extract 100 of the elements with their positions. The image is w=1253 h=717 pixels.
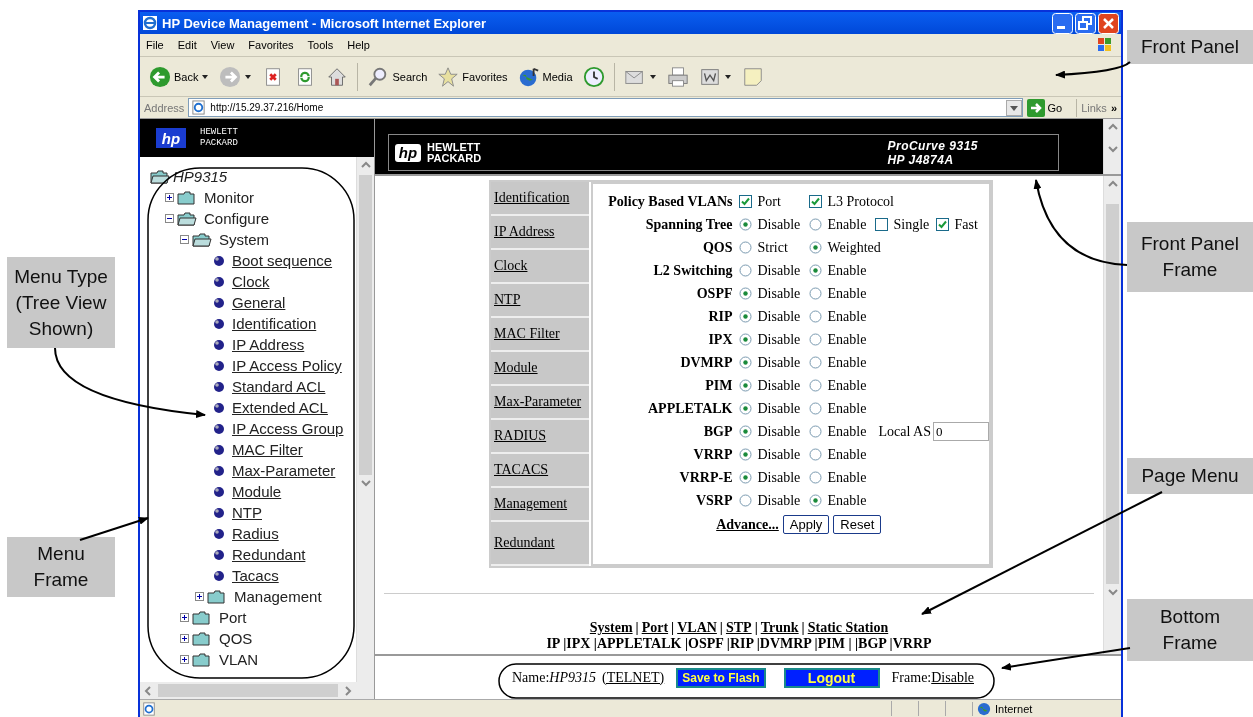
radio-button[interactable] bbox=[808, 471, 822, 484]
checkbox[interactable] bbox=[874, 218, 888, 231]
tree-link[interactable]: IP Access Group bbox=[232, 420, 344, 437]
checkbox[interactable] bbox=[808, 195, 822, 208]
radio-button[interactable] bbox=[808, 241, 822, 254]
menu-item[interactable]: Favorites bbox=[248, 39, 294, 51]
tree-link[interactable]: Standard ACL bbox=[232, 378, 326, 395]
tree-link[interactable]: Clock bbox=[232, 273, 270, 290]
vertical-scrollbar[interactable] bbox=[1103, 176, 1121, 654]
tree-item[interactable]: System bbox=[219, 231, 269, 248]
radio-button[interactable] bbox=[808, 448, 822, 461]
page-menu-link[interactable]: Redundant bbox=[491, 522, 589, 566]
page-menu-link[interactable]: Identification bbox=[491, 182, 589, 216]
radio-button[interactable] bbox=[738, 264, 752, 277]
horizontal-scrollbar[interactable] bbox=[140, 682, 374, 699]
radio-button[interactable] bbox=[738, 494, 752, 507]
tree-item[interactable]: VLAN bbox=[219, 651, 259, 668]
more-links[interactable]: » bbox=[1110, 101, 1117, 114]
favorites-button[interactable]: Favorites bbox=[434, 63, 511, 90]
tree-item[interactable]: Management bbox=[234, 588, 322, 605]
menu-item[interactable]: View bbox=[210, 39, 235, 51]
tree-link[interactable]: Boot sequence bbox=[232, 252, 333, 269]
search-button[interactable]: Search bbox=[364, 63, 431, 90]
restore-icon[interactable] bbox=[1075, 12, 1096, 34]
nav-link[interactable]: System bbox=[589, 620, 633, 636]
minimize-icon[interactable] bbox=[1052, 12, 1073, 34]
tree-item[interactable]: Port bbox=[219, 609, 247, 626]
expand-icon[interactable] bbox=[180, 613, 189, 622]
checkbox[interactable] bbox=[935, 218, 949, 231]
nav-link[interactable]: Port bbox=[641, 620, 669, 636]
close-icon[interactable] bbox=[1098, 12, 1119, 34]
page-menu-link[interactable]: Max-Parameter bbox=[491, 386, 589, 420]
tree-item[interactable]: QOS bbox=[219, 630, 253, 647]
radio-button[interactable] bbox=[808, 264, 822, 277]
vertical-scrollbar[interactable] bbox=[1103, 119, 1121, 174]
radio-button[interactable] bbox=[738, 402, 752, 415]
radio-button[interactable] bbox=[738, 379, 752, 392]
vertical-scrollbar[interactable] bbox=[356, 157, 374, 682]
radio-button[interactable] bbox=[808, 310, 822, 323]
radio-button[interactable] bbox=[738, 425, 752, 438]
radio-button[interactable] bbox=[738, 333, 752, 346]
collapse-icon[interactable] bbox=[180, 235, 189, 244]
expand-icon[interactable] bbox=[165, 193, 174, 202]
page-menu-link[interactable]: Module bbox=[491, 352, 589, 386]
page-menu-link[interactable]: MAC Filter bbox=[491, 318, 589, 352]
advance-link[interactable]: Advance... bbox=[716, 516, 779, 533]
radio-button[interactable] bbox=[738, 310, 752, 323]
input-field[interactable]: 0 bbox=[933, 422, 989, 441]
nav-link[interactable]: Trunk bbox=[760, 620, 799, 636]
radio-button[interactable] bbox=[808, 333, 822, 346]
page-menu-link[interactable]: Management bbox=[491, 488, 589, 522]
caret-icon[interactable] bbox=[648, 72, 657, 81]
menu-item[interactable]: Edit bbox=[177, 39, 197, 51]
nav-link[interactable]: STP bbox=[725, 620, 752, 636]
tree-link[interactable]: Radius bbox=[232, 525, 279, 542]
menu-item[interactable]: Help bbox=[347, 39, 370, 51]
tree-link[interactable]: General bbox=[232, 294, 286, 311]
protocol-links[interactable]: IP |IPX |APPLETALK |OSPF |RIP |DVMRP |PIM | |BGP |VRRP bbox=[546, 636, 932, 652]
page-menu-link[interactable]: TACACS bbox=[491, 454, 589, 488]
expand-icon[interactable] bbox=[195, 592, 204, 601]
radio-button[interactable] bbox=[738, 287, 752, 300]
nav-link[interactable]: Static Station bbox=[807, 620, 889, 636]
frame-link[interactable]: Disable bbox=[931, 669, 974, 686]
page-menu-link[interactable]: IP Address bbox=[491, 216, 589, 250]
radio-button[interactable] bbox=[738, 471, 752, 484]
caret-icon[interactable] bbox=[201, 72, 210, 81]
tree-link[interactable]: IP Address bbox=[232, 336, 305, 353]
radio-button[interactable] bbox=[808, 356, 822, 369]
tree-link[interactable]: Identification bbox=[232, 315, 317, 332]
menu-item[interactable]: Tools bbox=[307, 39, 334, 51]
caret-icon[interactable] bbox=[723, 72, 732, 81]
collapse-icon[interactable] bbox=[165, 214, 174, 223]
radio-button[interactable] bbox=[808, 218, 822, 231]
tree-link[interactable]: IP Access Policy bbox=[232, 357, 342, 374]
dropdown-icon[interactable] bbox=[1005, 99, 1022, 116]
radio-button[interactable] bbox=[808, 287, 822, 300]
caret-icon[interactable] bbox=[244, 72, 253, 81]
tree-link[interactable]: Extended ACL bbox=[232, 399, 328, 416]
tree-link[interactable]: MAC Filter bbox=[232, 441, 303, 458]
radio-button[interactable] bbox=[808, 425, 822, 438]
tree-item[interactable]: Configure bbox=[204, 210, 270, 227]
connection-link[interactable]: (TELNET) bbox=[602, 669, 665, 686]
radio-button[interactable] bbox=[808, 494, 822, 507]
form-button[interactable]: Apply bbox=[782, 515, 830, 534]
tree-link[interactable]: Tacacs bbox=[232, 567, 279, 584]
nav-link[interactable]: VLAN bbox=[677, 620, 717, 636]
form-button[interactable]: Reset bbox=[833, 515, 882, 534]
radio-button[interactable] bbox=[738, 218, 752, 231]
tree-item[interactable]: Monitor bbox=[204, 189, 255, 206]
go-button[interactable]: Go bbox=[1026, 98, 1078, 117]
radio-button[interactable] bbox=[738, 241, 752, 254]
media-button[interactable]: Media bbox=[514, 63, 576, 90]
radio-button[interactable] bbox=[738, 448, 752, 461]
page-menu-link[interactable]: RADIUS bbox=[491, 420, 589, 454]
frame-button[interactable]: Logout bbox=[783, 667, 880, 688]
tree-link[interactable]: NTP bbox=[232, 504, 262, 521]
menu-item[interactable]: File bbox=[146, 39, 164, 51]
radio-button[interactable] bbox=[808, 379, 822, 392]
back-button[interactable]: Back bbox=[146, 63, 213, 90]
tree-item[interactable]: HP9315 bbox=[173, 168, 228, 185]
